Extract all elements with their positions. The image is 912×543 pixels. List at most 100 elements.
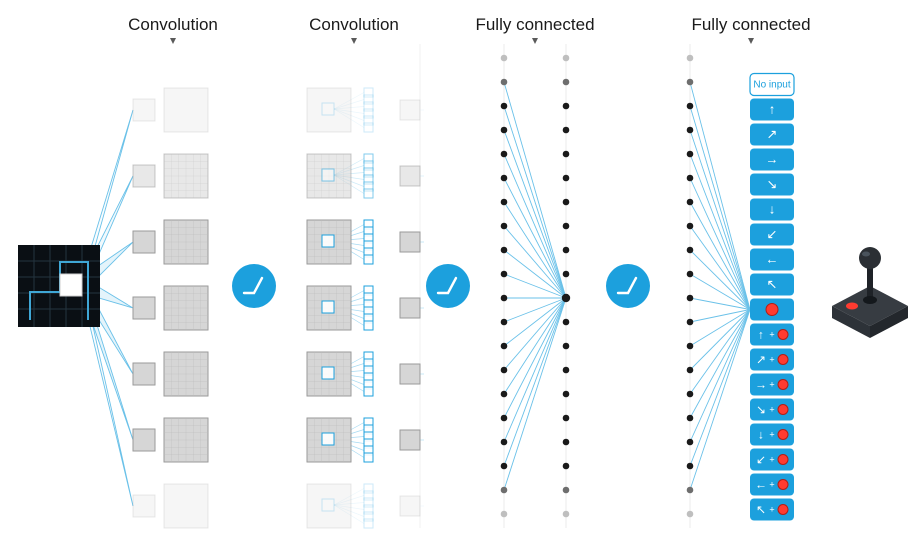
action-label: ↗: [767, 127, 778, 142]
fc-unit-dot: [563, 103, 570, 110]
action-label: ↘: [756, 403, 766, 417]
fc-unit-dot: [501, 223, 508, 230]
plus-icon: +: [769, 355, 774, 365]
fc-unit-dot: [501, 415, 508, 422]
plus-icon: +: [769, 480, 774, 490]
conv2-filter: [364, 123, 373, 132]
fc-unit-dot: [687, 271, 694, 278]
fc-unit-dot: [687, 319, 694, 326]
fc-unit-dot: [563, 247, 570, 254]
fc-unit-dot: [501, 103, 508, 110]
fire-dot-icon: [778, 480, 788, 490]
conv2-filter: [364, 453, 373, 462]
conv2-filter: [364, 387, 373, 396]
plus-icon: +: [769, 430, 774, 440]
label-fc2: Fully connected: [691, 15, 810, 34]
conv1-map: [164, 484, 208, 528]
plus-icon: +: [769, 505, 774, 515]
action-label: →: [766, 152, 779, 167]
action-label: ↑: [758, 328, 764, 342]
relu-icon: [606, 264, 650, 308]
fc-unit-dot: [563, 223, 570, 230]
action-output-column: No input↑↗→↘↓↙←↖↑+↗+→+↘+↓+↙+←+↖+: [750, 74, 794, 521]
fc-unit-dot: [563, 415, 570, 422]
relu-icon: [426, 264, 470, 308]
fc-unit-dot: [563, 79, 570, 86]
fire-dot-icon: [778, 405, 788, 415]
plus-icon: +: [769, 330, 774, 340]
label-conv1: Convolution: [128, 15, 218, 34]
fc-unit-dot: [563, 463, 570, 470]
fire-dot-icon: [766, 304, 778, 316]
fc-unit-dot: [501, 511, 508, 518]
fire-dot-icon: [778, 430, 788, 440]
joystick-icon: [832, 247, 908, 338]
fc-unit-dot: [687, 127, 694, 134]
triangle-icon: [748, 38, 754, 44]
fc-unit-dot: [687, 439, 694, 446]
fc-unit-dot: [687, 175, 694, 182]
conv2-filter-column: [307, 88, 351, 528]
fc-unit-dot: [687, 511, 694, 518]
conv2-filter: [364, 321, 373, 330]
conv2-output: [400, 298, 420, 318]
plus-icon: +: [769, 405, 774, 415]
label-conv2: Convolution: [309, 15, 399, 34]
fc-unit-dot: [687, 391, 694, 398]
fc-unit-dot: [687, 343, 694, 350]
conv1-filter: [133, 429, 155, 451]
fc-unit-dot: [501, 127, 508, 134]
fc-unit-dot: [687, 247, 694, 254]
action-label: →: [755, 378, 767, 392]
fc-unit-dot: [501, 79, 508, 86]
fc-unit-dot: [563, 487, 570, 494]
conv2-filter: [364, 255, 373, 264]
action-label: ↑: [769, 102, 776, 117]
fc-unit-dot: [563, 127, 570, 134]
conv1-filter: [133, 165, 155, 187]
action-label: ←: [766, 252, 779, 267]
action-label: ←: [755, 478, 767, 492]
fc-unit-dot: [563, 511, 570, 518]
label-fc1: Fully connected: [475, 15, 594, 34]
action-label: ↓: [758, 428, 764, 442]
fc-unit-dot: [501, 367, 508, 374]
fc-unit-dot: [563, 439, 570, 446]
fc-unit-dot: [687, 295, 694, 302]
conv2-output: [400, 232, 420, 252]
conv2-output: [400, 430, 420, 450]
fc-unit-dot: [563, 319, 570, 326]
fire-dot-icon: [778, 455, 788, 465]
fc-unit-dot: [501, 343, 508, 350]
fc-unit-dot: [563, 55, 570, 62]
conv1-filter: [133, 363, 155, 385]
fc-unit-dot: [501, 319, 508, 326]
fc-unit-dot: [687, 367, 694, 374]
conv1-filter: [133, 297, 155, 319]
fc-unit-dot: [687, 415, 694, 422]
plus-icon: +: [769, 380, 774, 390]
action-label: ↙: [756, 453, 766, 467]
conv2-output: [400, 100, 420, 120]
relu-icons: [232, 264, 650, 308]
conv1-map: [164, 88, 208, 132]
fc-unit-dot: [687, 487, 694, 494]
conv1-filter: [133, 495, 155, 517]
fc-unit-dot: [501, 463, 508, 470]
conv1-filter: [133, 231, 155, 253]
fc-unit-dot: [563, 175, 570, 182]
action-label: ↙: [767, 227, 778, 242]
fc-unit-dot: [687, 199, 694, 206]
conv1-filter: [133, 99, 155, 121]
fc-unit-dot: [501, 247, 508, 254]
fc-unit-dot: [687, 103, 694, 110]
triangle-icon: [351, 38, 357, 44]
conv1-maps-column: [164, 88, 208, 528]
fc-unit-dot: [563, 367, 570, 374]
plus-icon: +: [769, 455, 774, 465]
input-game-frame: [18, 245, 100, 327]
fc-unit-dot: [501, 439, 508, 446]
fc-unit-dot: [501, 271, 508, 278]
fc-unit-dot: [563, 271, 570, 278]
fc-unit-dot: [501, 487, 508, 494]
